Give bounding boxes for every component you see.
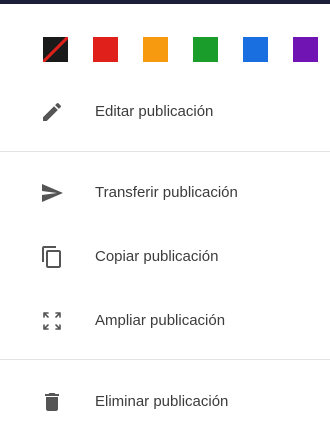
divider — [0, 359, 330, 360]
swatch-orange[interactable] — [143, 37, 168, 62]
send-icon — [40, 181, 64, 205]
expand-post-label: Ampliar publicación — [95, 312, 226, 329]
delete-post-label: Eliminar publicación — [95, 393, 229, 410]
delete-post-item[interactable]: Eliminar publicación — [0, 374, 330, 430]
copy-post-item[interactable]: Copiar publicación — [0, 229, 330, 285]
transfer-post-item[interactable]: Transferir publicación — [0, 165, 330, 221]
swatch-purple[interactable] — [293, 37, 318, 62]
transfer-post-label: Transferir publicación — [95, 184, 238, 201]
expand-icon — [40, 309, 64, 333]
post-context-menu: Editar publicación Transferir publicació… — [0, 4, 330, 434]
copy-icon — [40, 245, 64, 269]
trash-icon — [40, 390, 64, 414]
copy-post-label: Copiar publicación — [95, 248, 219, 265]
swatch-no-color[interactable] — [43, 37, 68, 62]
expand-post-item[interactable]: Ampliar publicación — [0, 293, 330, 349]
swatch-green[interactable] — [193, 37, 218, 62]
edit-post-item[interactable]: Editar publicación — [0, 84, 330, 140]
edit-post-label: Editar publicación — [95, 103, 214, 120]
swatch-red[interactable] — [93, 37, 118, 62]
divider — [0, 151, 330, 152]
pencil-icon — [40, 100, 64, 124]
swatch-blue[interactable] — [243, 37, 268, 62]
